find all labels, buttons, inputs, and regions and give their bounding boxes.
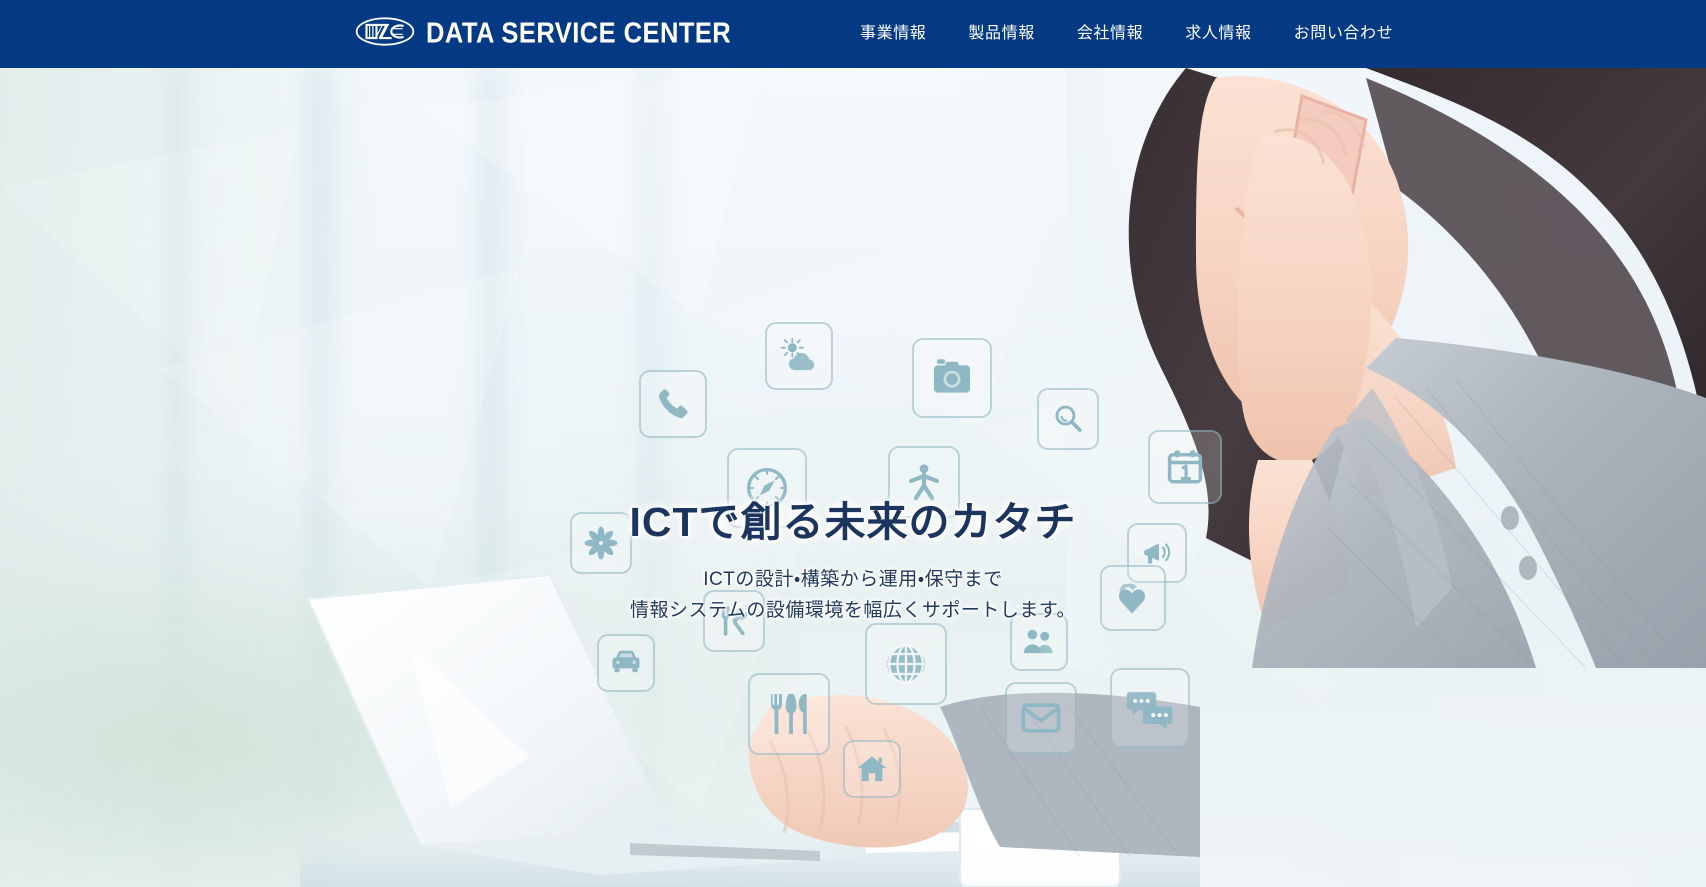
dsc-ellipse-logo-icon [355,17,415,52]
site-header: DATA SERVICE CENTER 事業情報 製品情報 会社情報 求人情報 … [0,0,1706,68]
nav-link-company[interactable]: 会社情報 [1077,26,1143,42]
home-icon [843,740,901,798]
nav-link-business[interactable]: 事業情報 [860,26,926,42]
nav-link-products[interactable]: 製品情報 [968,26,1034,42]
hero-title: ICTで創る未来のカタチ [629,499,1077,545]
search-icon [1037,388,1099,450]
hero-banner: ICTで創る未来のカタチ ICTの設計・構築から運用・保守まで 情報システムの設… [0,68,1706,887]
car-icon [597,634,655,692]
calendar-icon [1148,430,1222,504]
hero-copy: ICTで創る未来のカタチ ICTの設計・構築から運用・保守まで 情報システムの設… [0,498,1706,627]
site-logo-wordmark: DATA SERVICE CENTER [426,17,732,50]
hero-subtitle: ICTの設計・構築から運用・保守まで 情報システムの設備環境を幅広くサポートしま… [0,565,1706,627]
weather-icon [765,322,833,390]
nav-link-recruit[interactable]: 求人情報 [1185,26,1251,42]
restaurant-icon [748,673,830,755]
mail-icon [1005,682,1077,754]
globe-icon [865,623,947,705]
camera-icon [912,338,992,418]
hero-subtitle-line-2: 情報システムの設備環境を幅広くサポートします。 [629,599,1077,621]
hero-subtitle-line-1: ICTの設計・構築から運用・保守まで [703,569,1003,591]
chat-icon [1110,668,1190,748]
site-logo-link[interactable]: DATA SERVICE CENTER [355,17,773,52]
phone-icon [639,370,707,438]
main-navigation: 事業情報 製品情報 会社情報 求人情報 お問い合わせ [860,26,1393,42]
nav-link-contact[interactable]: お問い合わせ [1294,26,1394,42]
page-root: DATA SERVICE CENTER 事業情報 製品情報 会社情報 求人情報 … [0,0,1706,887]
